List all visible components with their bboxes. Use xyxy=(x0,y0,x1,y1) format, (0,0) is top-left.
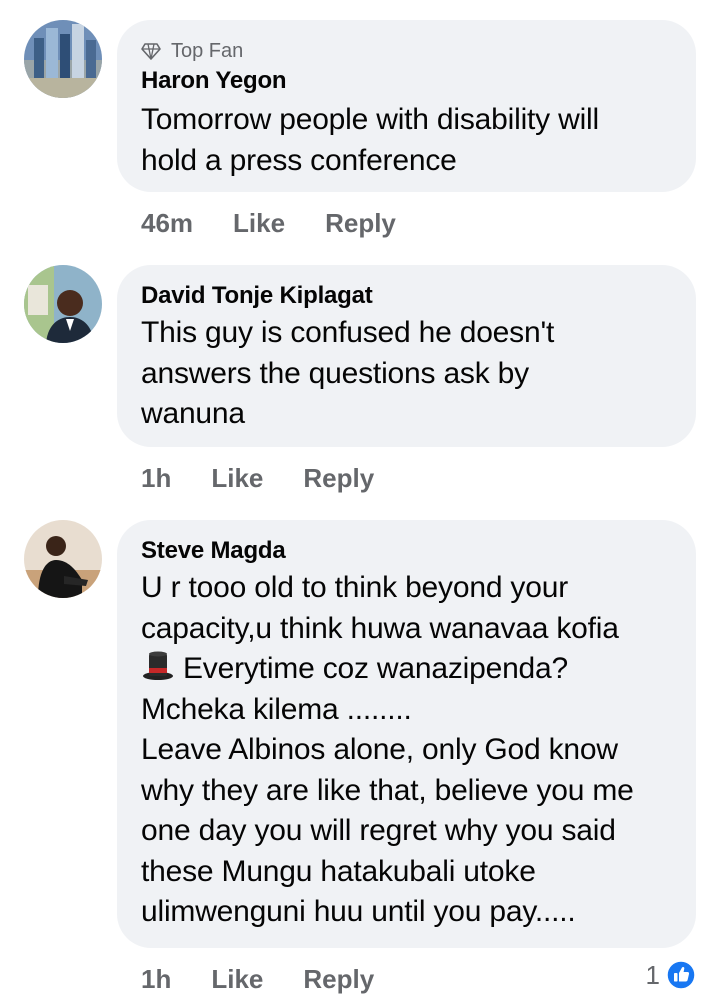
comment-bubble: Top Fan Haron Yegon Tomorrow people with… xyxy=(117,20,696,192)
like-button[interactable]: Like xyxy=(233,208,285,239)
comment-timestamp[interactable]: 1h xyxy=(141,964,171,995)
comment-text-line: Leave Albinos alone, only God know xyxy=(141,733,618,766)
like-button[interactable]: Like xyxy=(211,463,263,494)
comment-author[interactable]: David Tonje Kiplagat xyxy=(141,281,672,311)
comment-text-line: answers the questions ask by xyxy=(141,356,529,390)
comment-actions: 1h Like Reply xyxy=(141,461,374,495)
comment-text-line-with-emoji: Everytime coz wanazipenda? xyxy=(141,649,672,690)
comment-actions: 1h Like Reply xyxy=(141,962,374,996)
top-fan-badge: Top Fan xyxy=(141,38,672,64)
like-reaction-icon xyxy=(666,960,696,990)
comment-actions: 46m Like Reply xyxy=(141,206,396,240)
comment-text-line: capacity,u think huwa wanavaa kofia xyxy=(141,611,619,645)
comment-text-line: why they are like that, believe you me xyxy=(141,773,634,807)
comment-text-line: Mcheka kilema ........ xyxy=(141,692,412,726)
comment-author[interactable]: Steve Magda xyxy=(141,536,672,566)
comment-bubble: David Tonje Kiplagat This guy is confuse… xyxy=(117,265,696,447)
diamond-icon xyxy=(141,43,161,60)
comment-text: This guy is confused he doesn't answers … xyxy=(141,313,672,435)
avatar[interactable] xyxy=(24,265,102,343)
like-button[interactable]: Like xyxy=(211,964,263,995)
comment-text-line: ulimwenguni huu until you pay..... xyxy=(141,895,576,928)
top-hat-emoji-icon xyxy=(143,651,173,680)
avatar[interactable] xyxy=(24,20,102,98)
reaction-summary[interactable]: 1 xyxy=(646,958,696,992)
comment-bubble: Steve Magda U r tooo old to think beyond… xyxy=(117,520,696,948)
comment-timestamp[interactable]: 46m xyxy=(141,208,193,239)
comment-text-line: one day you will regret why you said xyxy=(141,814,616,847)
comment-text-line: hold a press conference xyxy=(141,143,457,177)
comment-text-line: Everytime coz wanazipenda? xyxy=(183,652,569,685)
reply-button[interactable]: Reply xyxy=(325,208,396,239)
comment-text-line: This guy is confused he doesn't xyxy=(141,316,555,349)
reaction-count: 1 xyxy=(645,959,660,990)
comment-text-line: these Mungu hatakubali utoke xyxy=(141,854,536,888)
avatar-image xyxy=(24,265,102,343)
avatar-image xyxy=(24,20,102,98)
comment-text-line: Tomorrow people with disability will xyxy=(141,103,599,136)
comment-author[interactable]: Haron Yegon xyxy=(141,66,672,96)
avatar-image xyxy=(24,520,102,598)
badge-label: Top Fan xyxy=(171,39,244,62)
comment-text-line: U r tooo old to think beyond your xyxy=(141,571,568,604)
reply-button[interactable]: Reply xyxy=(303,964,374,995)
comment-text: Tomorrow people with disability will hol… xyxy=(141,100,672,181)
comment-text: U r tooo old to think beyond your capaci… xyxy=(141,568,672,933)
reply-button[interactable]: Reply xyxy=(303,463,374,494)
comment-timestamp[interactable]: 1h xyxy=(141,463,171,494)
comment-text-line: wanuna xyxy=(141,397,245,430)
avatar[interactable] xyxy=(24,520,102,598)
